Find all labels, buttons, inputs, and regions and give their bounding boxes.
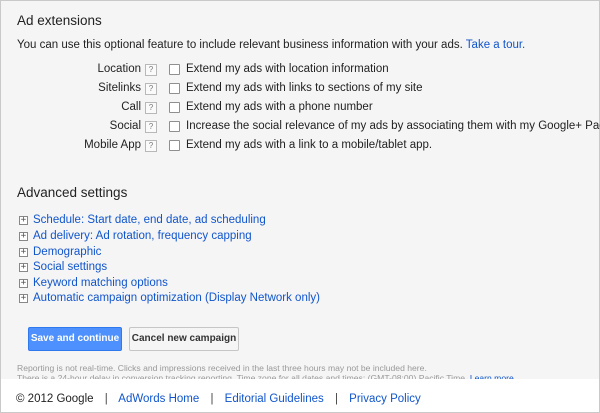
extension-label: Social — [109, 120, 141, 132]
expand-icon[interactable]: + — [19, 294, 28, 303]
extension-label: Call — [121, 101, 141, 113]
advanced-setting-link[interactable]: Demographic — [33, 246, 101, 258]
expand-icon[interactable]: + — [19, 263, 28, 272]
footer: © 2012 Google | AdWords Home | Editorial… — [16, 393, 421, 405]
expand-icon[interactable]: + — [19, 248, 28, 257]
copyright-text: © 2012 Google — [16, 393, 94, 405]
save-and-continue-button[interactable]: Save and continue — [28, 327, 122, 351]
extension-row-sitelinks: Sitelinks ? Extend my ads with links to … — [1, 82, 599, 98]
mobile-app-checkbox[interactable] — [169, 140, 180, 151]
footer-separator: | — [104, 393, 108, 405]
extension-description: Extend my ads with links to sections of … — [186, 82, 423, 94]
call-checkbox[interactable] — [169, 102, 180, 113]
extension-description: Increase the social relevance of my ads … — [186, 120, 600, 132]
help-icon[interactable]: ? — [145, 140, 157, 152]
location-checkbox[interactable] — [169, 64, 180, 75]
help-icon[interactable]: ? — [145, 83, 157, 95]
help-icon[interactable]: ? — [145, 64, 157, 76]
adwords-home-link[interactable]: AdWords Home — [118, 393, 199, 405]
extension-row-mobile-app: Mobile App ? Extend my ads with a link t… — [1, 139, 599, 155]
extension-row-call: Call ? Extend my ads with a phone number — [1, 101, 599, 117]
help-icon[interactable]: ? — [145, 102, 157, 114]
cancel-new-campaign-button[interactable]: Cancel new campaign — [129, 327, 239, 351]
help-icon[interactable]: ? — [145, 121, 157, 133]
advanced-settings-title: Advanced settings — [17, 185, 128, 200]
reporting-note-line1: Reporting is not real-time. Clicks and i… — [17, 363, 427, 373]
advanced-setting-link[interactable]: Ad delivery: Ad rotation, frequency capp… — [33, 230, 252, 242]
social-checkbox[interactable] — [169, 121, 180, 132]
footer-separator: | — [210, 393, 214, 405]
extension-label: Mobile App — [84, 139, 141, 151]
expand-icon[interactable]: + — [19, 279, 28, 288]
sitelinks-checkbox[interactable] — [169, 83, 180, 94]
advanced-setting-link[interactable]: Schedule: Start date, end date, ad sched… — [33, 214, 266, 226]
extension-description: Extend my ads with location information — [186, 63, 389, 75]
intro-text: You can use this optional feature to inc… — [17, 39, 463, 51]
take-tour-link[interactable]: Take a tour. — [466, 39, 525, 51]
extension-description: Extend my ads with a link to a mobile/ta… — [186, 139, 433, 151]
ad-extensions-title: Ad extensions — [17, 13, 102, 28]
expand-icon[interactable]: + — [19, 216, 28, 225]
footer-separator: | — [334, 393, 338, 405]
expand-icon[interactable]: + — [19, 232, 28, 241]
extension-label: Sitelinks — [98, 82, 141, 94]
advanced-setting-link[interactable]: Automatic campaign optimization (Display… — [33, 292, 320, 304]
advanced-setting-link[interactable]: Social settings — [33, 261, 107, 273]
ad-extensions-intro: You can use this optional feature to inc… — [17, 39, 525, 51]
privacy-policy-link[interactable]: Privacy Policy — [349, 393, 421, 405]
campaign-settings-panel: Ad extensions You can use this optional … — [1, 1, 600, 383]
advanced-setting-link[interactable]: Keyword matching options — [33, 277, 168, 289]
extension-description: Extend my ads with a phone number — [186, 101, 373, 113]
extension-label: Location — [97, 63, 141, 75]
editorial-guidelines-link[interactable]: Editorial Guidelines — [225, 393, 324, 405]
extension-row-social: Social ? Increase the social relevance o… — [1, 120, 600, 136]
extension-row-location: Location ? Extend my ads with location i… — [1, 63, 599, 79]
